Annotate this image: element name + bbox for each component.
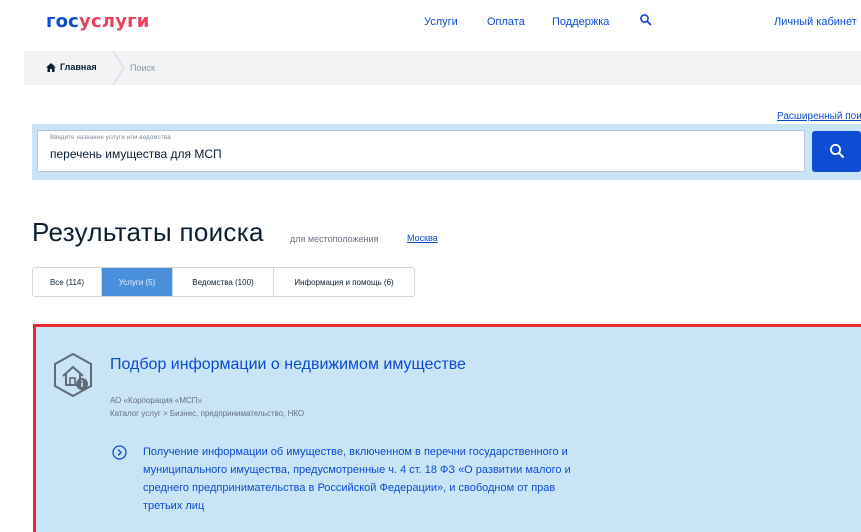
- breadcrumb-separator: [112, 51, 125, 85]
- result-organization: АО «Корпорация «МСП»: [110, 396, 202, 405]
- service-desc-line: третьих лиц: [143, 500, 205, 512]
- top-header: госуслуги Услуги Оплата Поддержка Личный…: [0, 0, 861, 50]
- tab-all[interactable]: Все (114): [33, 268, 102, 296]
- breadcrumb-current: Поиск: [130, 63, 155, 73]
- breadcrumb-home[interactable]: Главная: [46, 62, 97, 72]
- chevron-right-circle-icon[interactable]: [112, 445, 127, 460]
- tab-info-help[interactable]: Информация и помощь (6): [274, 268, 414, 296]
- breadcrumb: Главная Поиск: [24, 51, 861, 85]
- advanced-search-link[interactable]: Расширенный пои: [777, 111, 861, 122]
- logo-text-uslugi: услуги: [79, 11, 150, 32]
- nav-support[interactable]: Поддержка: [552, 16, 609, 28]
- nav-payment[interactable]: Оплата: [487, 16, 525, 28]
- service-desc-line: среднего предпринимательства в Российско…: [143, 482, 556, 494]
- nav-services[interactable]: Услуги: [424, 16, 458, 28]
- search-input-value[interactable]: перечень имущества для МСП: [50, 147, 222, 161]
- property-house-icon: [54, 352, 92, 398]
- result-service-link[interactable]: Получение информации об имуществе, включ…: [143, 443, 663, 515]
- result-category-path: Каталог услуг > Бизнес, предпринимательс…: [110, 409, 305, 418]
- results-title: Результаты поиска: [32, 217, 264, 247]
- location-link[interactable]: Москва: [407, 233, 438, 243]
- search-icon: [830, 144, 844, 158]
- search-button[interactable]: [812, 131, 861, 172]
- service-desc-line: Получение информации об имуществе, включ…: [143, 446, 568, 458]
- search-icon[interactable]: [639, 13, 653, 27]
- result-title[interactable]: Подбор информации о недвижимом имуществе: [110, 356, 466, 374]
- search-input-label: Введите название услуги или ведомства: [50, 135, 171, 141]
- tab-services[interactable]: Услуги (5): [102, 268, 173, 296]
- results-tabs: Все (114) Услуги (5) Ведомства (100) Инф…: [32, 267, 415, 297]
- breadcrumb-home-label: Главная: [60, 62, 97, 72]
- service-desc-line: муниципального имущества, предусмотренны…: [143, 464, 571, 476]
- location-label: для местоположения: [290, 234, 379, 244]
- gosuslugi-logo[interactable]: госуслуги: [46, 11, 150, 32]
- personal-account-link[interactable]: Личный кабинет: [774, 16, 857, 28]
- logo-text-gos: гос: [46, 11, 80, 32]
- tab-agencies[interactable]: Ведомства (100): [173, 268, 274, 296]
- home-icon: [46, 62, 56, 72]
